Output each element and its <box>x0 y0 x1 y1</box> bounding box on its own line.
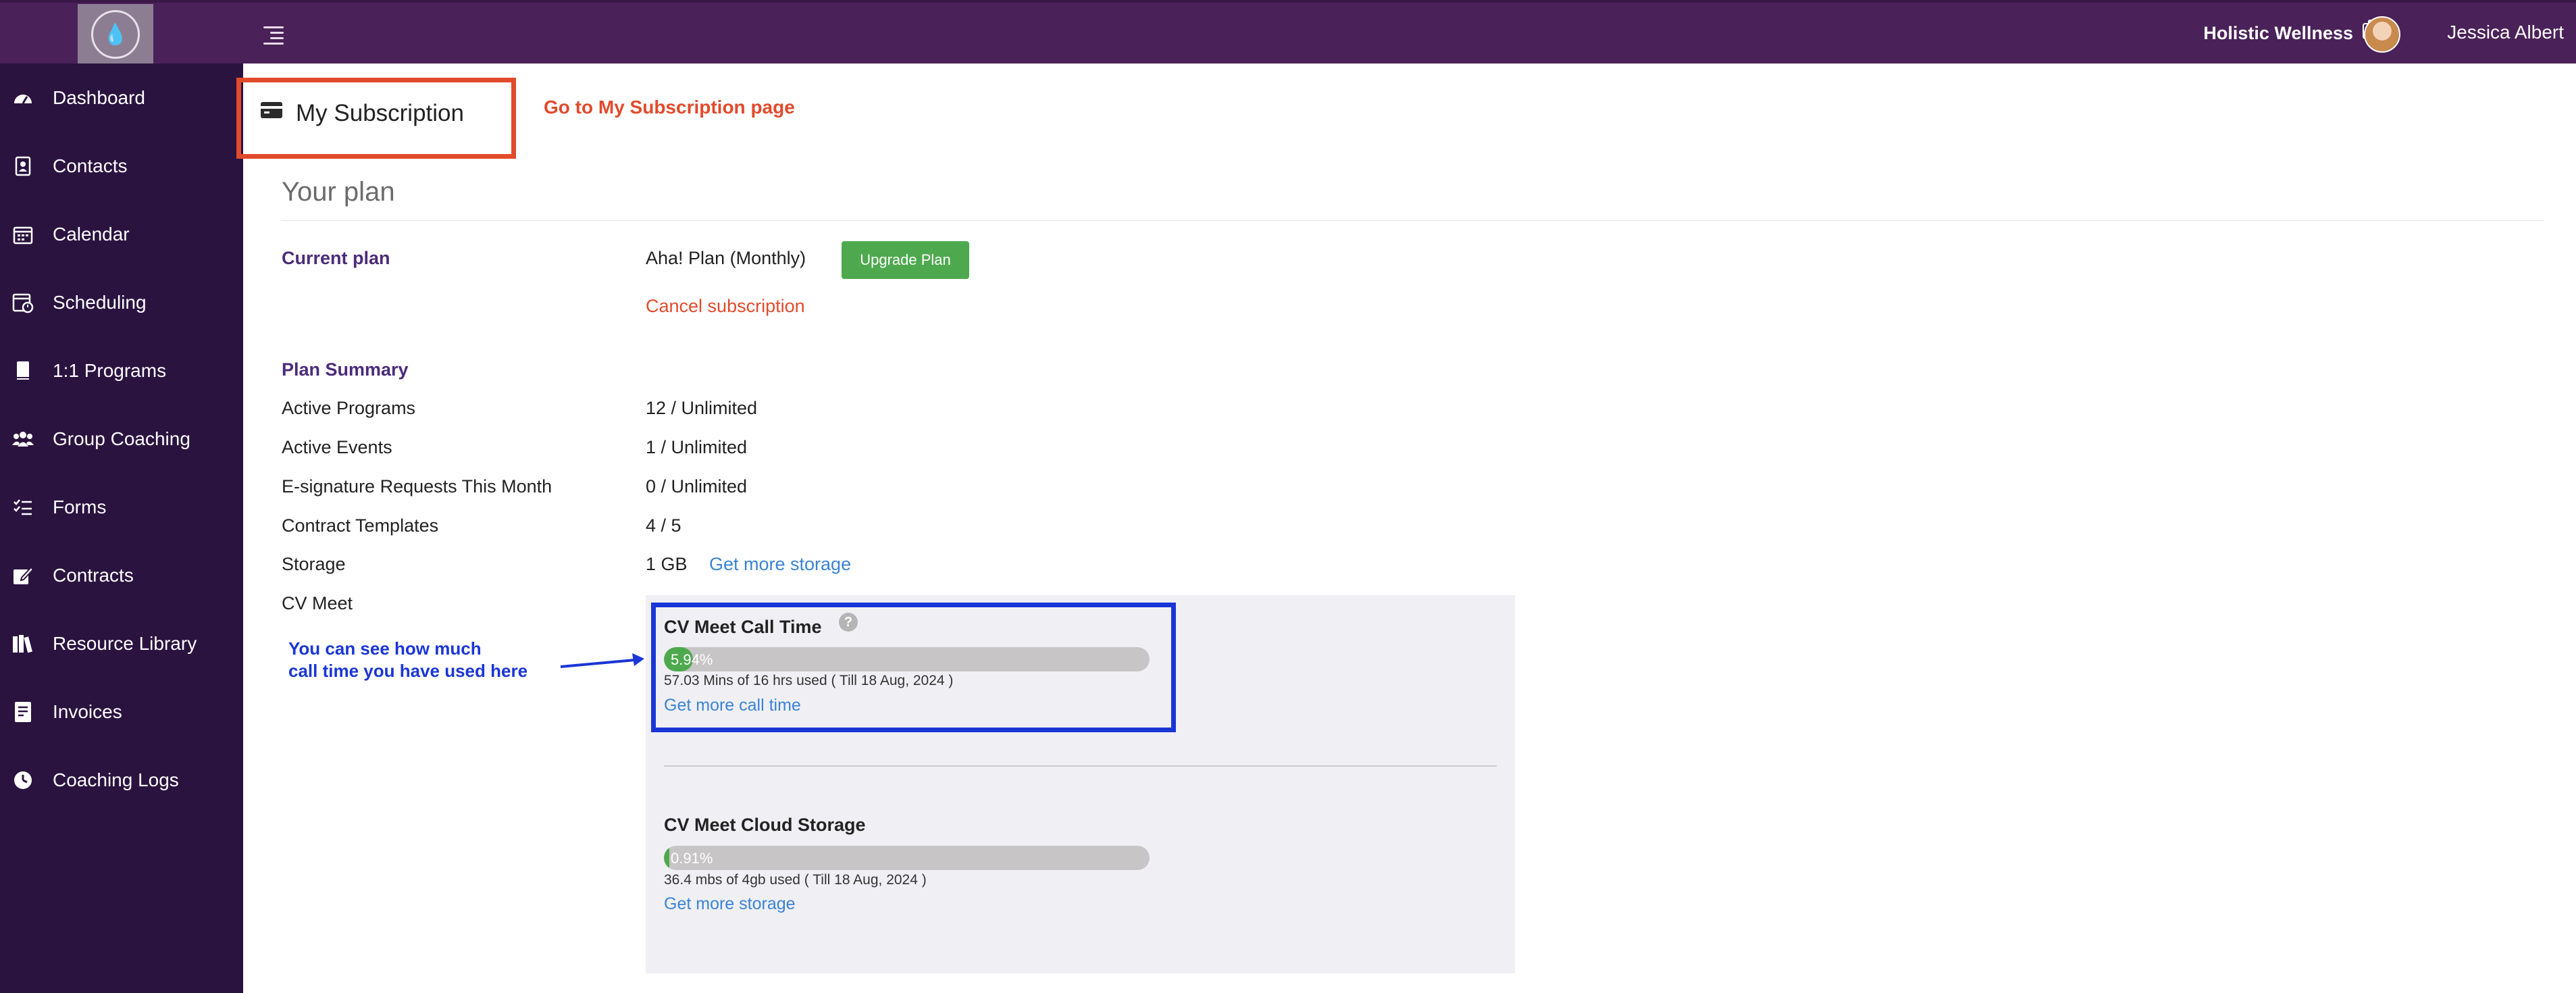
cloud-storage-usage: 36.4 mbs of 4gb used ( Till 18 Aug, 2024… <box>664 872 927 888</box>
logo[interactable]: 💧 <box>78 4 153 65</box>
sidebar-item-label: 1:1 Programs <box>53 360 167 381</box>
summary-label: CV Meet <box>282 593 353 613</box>
sidebar-item-label: Dashboard <box>53 87 145 108</box>
sidebar: Dashboard Contacts Calendar Scheduling 1… <box>0 63 243 993</box>
sidebar-item-dashboard[interactable]: Dashboard <box>0 74 243 122</box>
sidebar-item-label: Contacts <box>53 155 128 176</box>
get-more-call-time-link[interactable]: Get more call time <box>664 696 801 715</box>
summary-label: E-signature Requests This Month <box>282 476 552 496</box>
sidebar-item-label: Scheduling <box>53 292 147 313</box>
sidebar-item-calendar[interactable]: Calendar <box>0 211 243 258</box>
plan-summary-label: Plan Summary <box>282 359 409 380</box>
cloud-storage-progress-fill <box>664 846 669 870</box>
summary-value: 4 / 5 <box>646 515 681 536</box>
sidebar-item-scheduling[interactable]: Scheduling <box>0 279 243 326</box>
sidebar-item-label: Forms <box>53 496 107 517</box>
sidebar-item-forms[interactable]: Forms <box>0 484 243 531</box>
menu-toggle-icon[interactable] <box>263 24 284 45</box>
clock-icon <box>12 769 34 791</box>
brand-name[interactable]: Holistic Wellness <box>2203 23 2353 44</box>
annotation-line: You can see how much <box>288 638 482 659</box>
upgrade-plan-button[interactable]: Upgrade Plan <box>842 241 969 279</box>
avatar[interactable] <box>2364 16 2400 53</box>
annotation-line: call time you have used here <box>288 661 528 681</box>
group-icon <box>12 428 34 450</box>
sidebar-item-resource-library[interactable]: Resource Library <box>0 620 243 667</box>
top-bar: 💧 Holistic Wellness Jessica Albert <box>0 0 2576 65</box>
current-plan-value: Aha! Plan (Monthly) <box>646 248 806 268</box>
sidebar-item-label: Calendar <box>53 224 130 245</box>
sidebar-item-label: Coaching Logs <box>53 769 179 790</box>
summary-label: Active Programs <box>282 398 416 418</box>
summary-value: 0 / Unlimited <box>646 476 748 496</box>
invoice-icon <box>12 701 34 723</box>
summary-label: Storage <box>282 554 346 574</box>
help-icon[interactable]: ? <box>839 613 858 632</box>
library-icon <box>12 633 34 655</box>
summary-value: 12 / Unlimited <box>646 398 758 418</box>
checklist-icon <box>12 496 34 518</box>
annotation-call-time: You can see how much call time you have … <box>288 638 527 682</box>
sidebar-item-label: Group Coaching <box>53 428 190 449</box>
cloud-storage-progress-bar: 0.91% <box>664 846 1150 870</box>
summary-label: Contract Templates <box>282 515 439 536</box>
sidebar-item-label: Resource Library <box>53 633 197 654</box>
get-more-cloud-storage-link[interactable]: Get more storage <box>664 894 796 914</box>
sidebar-item-label: Contracts <box>53 565 134 586</box>
sidebar-item-invoices[interactable]: Invoices <box>0 688 243 736</box>
sidebar-item-group-coaching[interactable]: Group Coaching <box>0 415 243 463</box>
speedometer-icon <box>12 87 34 109</box>
cancel-subscription-link[interactable]: Cancel subscription <box>646 296 805 317</box>
sidebar-item-programs[interactable]: 1:1 Programs <box>0 347 243 394</box>
call-time-title: CV Meet Call Time <box>664 617 822 637</box>
sidebar-item-coaching-logs[interactable]: Coaching Logs <box>0 757 243 804</box>
credit-card-icon <box>261 102 282 118</box>
annotation-arrow-icon <box>560 653 644 668</box>
page-title: My Subscription <box>296 100 464 126</box>
call-time-progress-bar: 5.94% <box>664 647 1150 671</box>
panel-divider <box>664 765 1497 767</box>
cloud-storage-title: CV Meet Cloud Storage <box>664 815 866 835</box>
calendar-icon <box>12 224 34 245</box>
cloud-storage-percent: 0.91% <box>671 850 713 867</box>
current-plan-label: Current plan <box>282 248 390 268</box>
section-title: Your plan <box>282 177 395 207</box>
contact-card-icon <box>12 155 34 177</box>
summary-value: 1 GB <box>646 554 688 574</box>
sidebar-item-contracts[interactable]: Contracts <box>0 552 243 599</box>
calendar-clock-icon <box>12 292 34 313</box>
get-more-storage-link[interactable]: Get more storage <box>709 554 851 575</box>
logo-icon: 💧 <box>91 10 140 59</box>
sidebar-item-contacts[interactable]: Contacts <box>0 143 243 190</box>
annotation-go-to-page: Go to My Subscription page <box>544 97 795 118</box>
summary-label: Active Events <box>282 437 392 457</box>
signature-icon <box>12 565 34 586</box>
user-name[interactable]: Jessica Albert <box>2447 22 2564 43</box>
book-icon <box>12 360 34 382</box>
call-time-usage: 57.03 Mins of 16 hrs used ( Till 18 Aug,… <box>664 673 954 688</box>
call-time-percent: 5.94% <box>671 651 713 668</box>
summary-value: 1 / Unlimited <box>646 437 748 457</box>
sidebar-item-label: Invoices <box>53 701 122 722</box>
divider <box>282 220 2544 221</box>
